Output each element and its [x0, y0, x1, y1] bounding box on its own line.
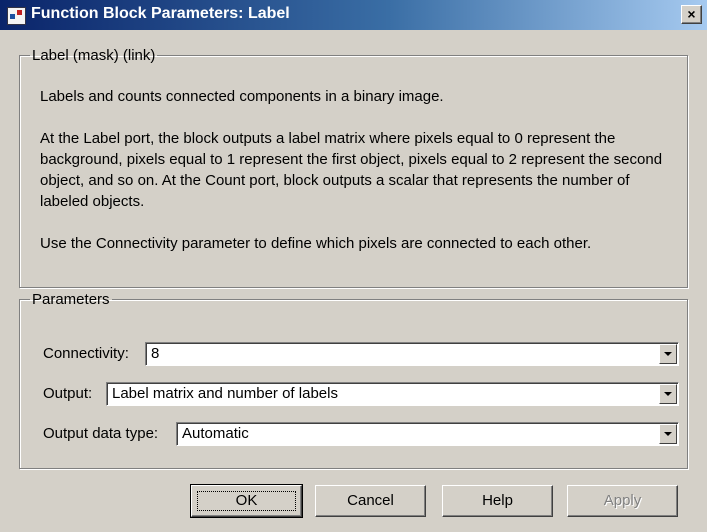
- connectivity-label: Connectivity:: [43, 345, 129, 362]
- connectivity-row: Connectivity: 8: [43, 342, 683, 366]
- description-group: Label (mask) (link) Labels and counts co…: [19, 47, 688, 288]
- output-row: Output: Label matrix and number of label…: [43, 382, 683, 406]
- ok-button[interactable]: OK: [190, 484, 303, 518]
- output-data-type-label: Output data type:: [43, 425, 159, 442]
- cancel-button[interactable]: Cancel: [315, 485, 426, 517]
- connectivity-value: 8: [151, 345, 160, 362]
- description-legend: Label (mask) (link): [32, 47, 156, 64]
- output-data-type-value: Automatic: [182, 425, 249, 442]
- window-title: Function Block Parameters: Label: [31, 5, 290, 22]
- simulink-block-icon: [7, 7, 26, 25]
- output-label: Output:: [43, 385, 93, 402]
- output-data-type-row: Output data type: Automatic: [43, 422, 683, 446]
- output-dropdown[interactable]: Label matrix and number of labels: [106, 382, 679, 406]
- ok-button-label: OK: [197, 491, 296, 511]
- help-button[interactable]: Help: [442, 485, 553, 517]
- description-label-port: At the Label port, the block outputs a l…: [40, 130, 663, 210]
- connectivity-dropdown[interactable]: 8: [145, 342, 679, 366]
- description-connectivity: Use the Connectivity parameter to define…: [40, 235, 592, 252]
- description-summary: Labels and counts connected components i…: [40, 88, 444, 105]
- title-bar[interactable]: Function Block Parameters: Label ×: [0, 0, 707, 30]
- output-value: Label matrix and number of labels: [112, 385, 338, 402]
- chevron-down-icon[interactable]: [659, 344, 677, 364]
- parameters-group: Parameters Connectivity: 8 Output: Label…: [19, 291, 688, 469]
- output-data-type-dropdown[interactable]: Automatic: [176, 422, 679, 446]
- chevron-down-icon[interactable]: [659, 424, 677, 444]
- chevron-down-icon[interactable]: [659, 384, 677, 404]
- apply-button[interactable]: Apply: [567, 485, 678, 517]
- close-button[interactable]: ×: [681, 5, 702, 24]
- parameters-legend: Parameters: [32, 291, 110, 308]
